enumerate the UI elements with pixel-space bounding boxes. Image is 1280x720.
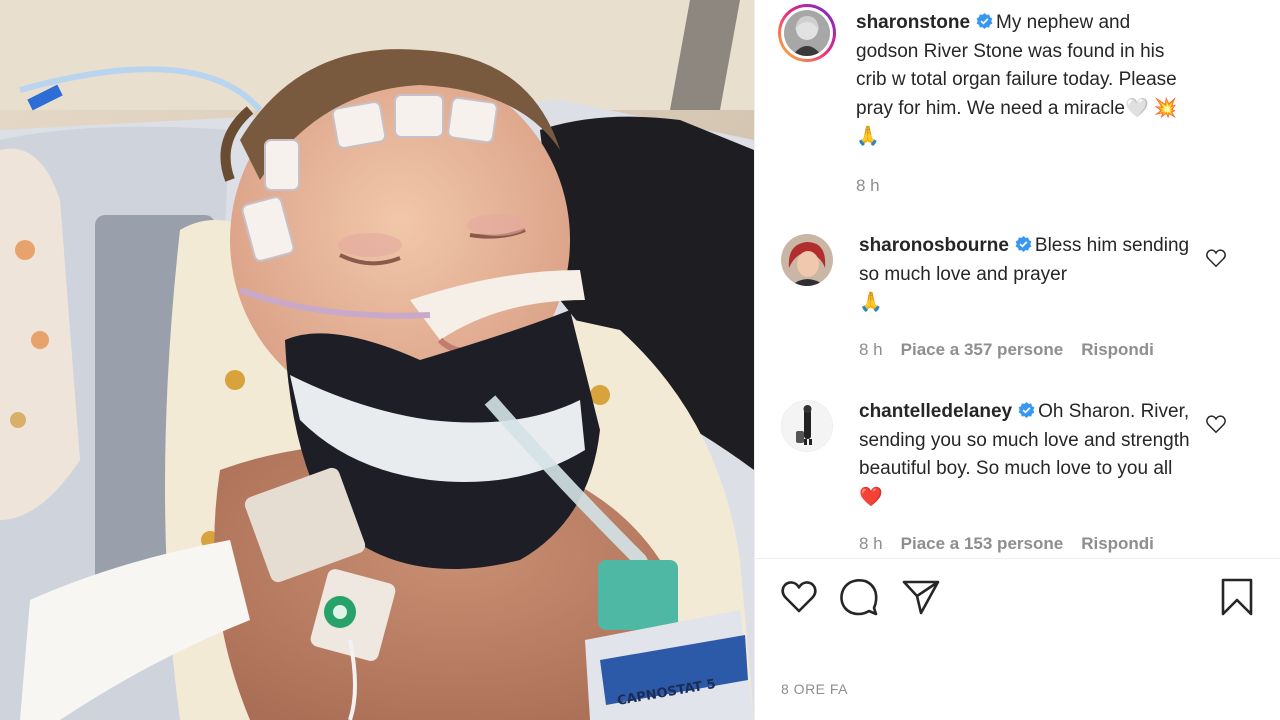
commenter-avatar-image: [781, 234, 833, 286]
post-photo[interactable]: CAPNOSTAT 5: [0, 0, 754, 720]
verified-badge-icon: [1015, 236, 1032, 252]
verified-badge-icon: [1018, 402, 1035, 418]
comment-likes-count[interactable]: Piace a 153 persone: [901, 530, 1064, 558]
comments-list[interactable]: sharonstone My nephew and godson River St…: [755, 0, 1280, 558]
comment-meta: 8 h Piace a 357 persone Rispondi: [859, 336, 1199, 365]
post-side-panel: sharonstone My nephew and godson River St…: [754, 0, 1280, 720]
comment-meta: 8 h Piace a 153 persone Rispondi: [859, 530, 1199, 558]
comment-item: sharonosbourne Bless him sending so much …: [781, 232, 1271, 364]
heart-icon[interactable]: [779, 577, 819, 617]
post-time-ago[interactable]: 8 ORE FA: [781, 681, 848, 697]
post-actions-bar: 8 ORE FA: [755, 558, 1280, 720]
reply-button[interactable]: Rispondi: [1081, 530, 1154, 558]
commenter-avatar[interactable]: [781, 400, 833, 452]
comment-username[interactable]: sharonosbourne: [859, 235, 1009, 256]
comment-time[interactable]: 8 h: [859, 530, 883, 558]
comment-body: sharonosbourne Bless him sending so much …: [859, 232, 1199, 364]
author-avatar[interactable]: [778, 4, 836, 62]
comment-likes-count[interactable]: Piace a 357 persone: [901, 336, 1064, 365]
hospital-photo-image: CAPNOSTAT 5: [0, 0, 754, 720]
comment-body: chantelledelaney Oh Sharon. River, sendin…: [859, 398, 1199, 558]
author-avatar-image: [784, 10, 830, 56]
caption-username[interactable]: sharonstone: [856, 12, 970, 33]
comment-username[interactable]: chantelledelaney: [859, 401, 1012, 422]
comment-like-heart-icon[interactable]: [1205, 247, 1227, 269]
bookmark-icon[interactable]: [1217, 577, 1257, 617]
verified-badge-icon: [976, 13, 993, 29]
comment-time[interactable]: 8 h: [859, 336, 883, 365]
reply-button[interactable]: Rispondi: [1081, 336, 1154, 365]
caption-time[interactable]: 8 h: [856, 172, 880, 201]
instagram-post: CAPNOSTAT 5 sharonstone My nephew and go…: [0, 0, 1280, 720]
comment-emoji: ❤️: [859, 486, 883, 508]
caption-meta: 8 h: [856, 172, 1196, 201]
commenter-avatar-image: [782, 401, 832, 451]
comment-emoji: 🙏: [859, 292, 883, 313]
caption-body: sharonstone My nephew and godson River St…: [856, 9, 1196, 200]
post-caption: sharonstone My nephew and godson River St…: [781, 0, 1271, 200]
comment-item: chantelledelaney Oh Sharon. River, sendin…: [781, 398, 1271, 558]
comment-icon[interactable]: [839, 577, 879, 617]
commenter-avatar[interactable]: [781, 234, 833, 286]
send-icon[interactable]: [901, 577, 941, 617]
comment-like-heart-icon[interactable]: [1205, 413, 1227, 435]
